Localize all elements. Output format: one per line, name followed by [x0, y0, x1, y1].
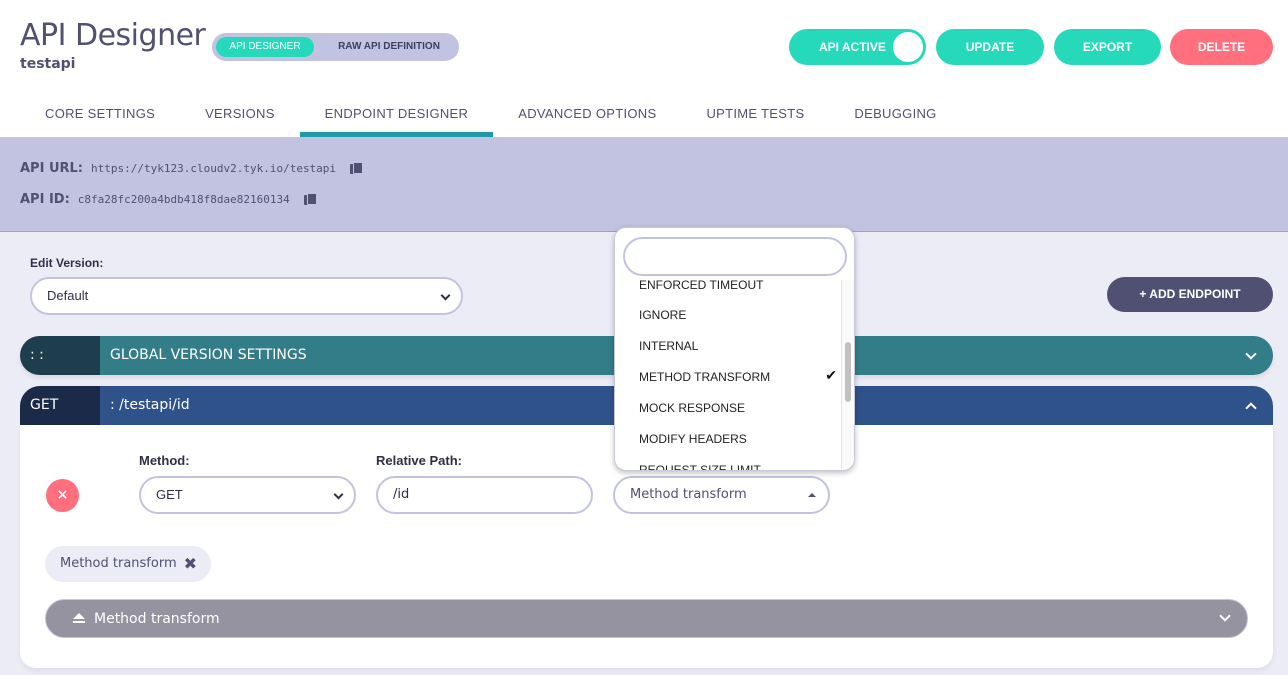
global-settings-label: GLOBAL VERSION SETTINGS: [110, 347, 307, 363]
copy-icon[interactable]: [303, 193, 317, 206]
update-button[interactable]: UPDATE: [936, 29, 1044, 65]
dropdown-search-input[interactable]: [623, 237, 847, 276]
endpoint-path-label: : /testapi/id: [110, 397, 190, 413]
drag-handle[interactable]: : :: [20, 336, 100, 375]
method-select[interactable]: GET: [139, 476, 356, 514]
api-name: testapi: [20, 56, 76, 72]
eject-icon: [73, 613, 85, 624]
edit-version-select[interactable]: Default: [30, 277, 463, 315]
relative-path-input[interactable]: /id: [376, 476, 593, 514]
raw-definition-mode-button[interactable]: RAW API DEFINITION: [324, 37, 454, 57]
chevron-down-icon[interactable]: [1245, 348, 1257, 360]
chevron-down-icon[interactable]: [1219, 610, 1231, 622]
dropdown-item[interactable]: REQUEST SIZE LIMIT: [639, 463, 761, 470]
relative-path-label: Relative Path:: [376, 453, 462, 468]
method-transform-section[interactable]: Method transform: [45, 599, 1248, 638]
api-active-toggle[interactable]: API ACTIVE: [789, 29, 926, 65]
checkmark-icon: ✔: [825, 367, 837, 383]
chevron-down-icon: [440, 290, 451, 301]
endpoint-method-tag: GET: [20, 386, 100, 425]
plugin-dropdown: ENFORCED TIMEOUT IGNORE INTERNAL METHOD …: [614, 227, 855, 471]
api-designer-mode-button[interactable]: API DESIGNER: [216, 37, 314, 57]
method-label: Method:: [139, 453, 190, 468]
api-url-value: https://tyk123.cloudv2.tyk.io/testapi: [91, 162, 337, 175]
export-button[interactable]: EXPORT: [1054, 29, 1161, 65]
dropdown-item[interactable]: ENFORCED TIMEOUT: [639, 280, 829, 292]
api-info-band: API URL: https://tyk123.cloudv2.tyk.io/t…: [0, 137, 1288, 232]
copy-icon[interactable]: [350, 162, 364, 175]
plugin-select-value: Method transform: [630, 487, 747, 502]
edit-version-value: Default: [47, 288, 89, 303]
api-url-label: API URL:: [20, 161, 84, 176]
dropdown-item[interactable]: INTERNAL: [639, 339, 698, 353]
dropdown-item[interactable]: IGNORE: [639, 308, 686, 322]
delete-button[interactable]: DELETE: [1170, 29, 1273, 65]
tab-bar: CORE SETTINGS VERSIONS ENDPOINT DESIGNER…: [20, 94, 962, 137]
add-endpoint-button[interactable]: + ADD ENDPOINT: [1107, 277, 1273, 312]
api-active-label: API ACTIVE: [819, 40, 886, 54]
api-url-row: API URL: https://tyk123.cloudv2.tyk.io/t…: [20, 161, 364, 176]
plugin-chip-label: Method transform: [60, 556, 177, 571]
toggle-knob: [893, 32, 923, 62]
tab-endpoint-designer[interactable]: ENDPOINT DESIGNER: [299, 94, 494, 137]
mode-toggle: API DESIGNER RAW API DEFINITION: [212, 33, 459, 61]
api-id-value: c8fa28fc200a4bdb418f8dae82160134: [77, 193, 290, 206]
api-id-row: API ID: c8fa28fc200a4bdb418f8dae82160134: [20, 192, 317, 207]
dropdown-list: ENFORCED TIMEOUT IGNORE INTERNAL METHOD …: [615, 280, 841, 470]
dropdown-scrollbar[interactable]: [841, 280, 854, 470]
dropdown-item[interactable]: MODIFY HEADERS: [639, 432, 747, 446]
tab-debugging[interactable]: DEBUGGING: [829, 94, 961, 137]
chevron-up-icon[interactable]: [1245, 402, 1257, 414]
tab-versions[interactable]: VERSIONS: [180, 94, 300, 137]
header: API Designer testapi API DESIGNER RAW AP…: [0, 0, 1288, 137]
api-id-label: API ID:: [20, 192, 70, 207]
method-transform-section-title: Method transform: [94, 611, 220, 627]
tab-uptime-tests[interactable]: UPTIME TESTS: [681, 94, 829, 137]
plugin-chip: Method transform ✖: [45, 546, 211, 582]
plugin-select[interactable]: Method transform: [613, 476, 830, 514]
caret-up-icon: [808, 493, 816, 497]
tab-core-settings[interactable]: CORE SETTINGS: [20, 94, 180, 137]
remove-endpoint-button[interactable]: ×: [46, 479, 79, 512]
tab-advanced-options[interactable]: ADVANCED OPTIONS: [493, 94, 681, 137]
chevron-down-icon: [333, 489, 344, 500]
method-value: GET: [156, 487, 183, 502]
close-icon[interactable]: ✖: [184, 546, 197, 582]
page-title: API Designer: [20, 18, 206, 53]
dropdown-item[interactable]: MOCK RESPONSE: [639, 401, 745, 415]
scrollbar-thumb[interactable]: [845, 342, 851, 402]
edit-version-label: Edit Version:: [30, 256, 104, 270]
dropdown-item-label: METHOD TRANSFORM: [639, 370, 771, 384]
dropdown-item-selected[interactable]: METHOD TRANSFORM ✔: [639, 367, 837, 384]
